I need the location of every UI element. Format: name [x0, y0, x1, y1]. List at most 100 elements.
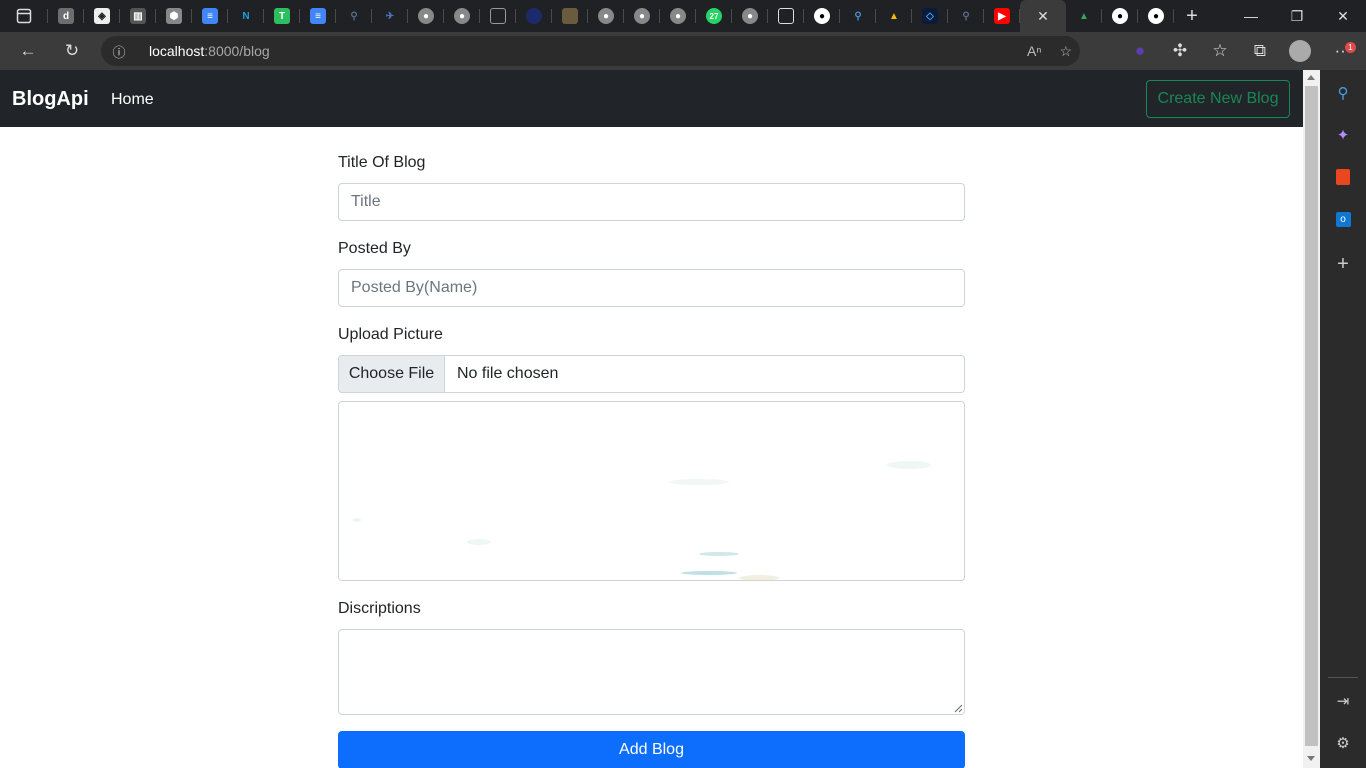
- address-url: localhost:8000/blog: [149, 43, 270, 59]
- tab[interactable]: ●: [1102, 0, 1138, 32]
- tab[interactable]: ≡: [300, 0, 336, 32]
- whatsapp-icon: 27: [706, 8, 722, 24]
- tab[interactable]: ●: [660, 0, 696, 32]
- tab[interactable]: ⚲: [336, 0, 372, 32]
- search-icon[interactable]: ⚲: [1333, 83, 1353, 103]
- tab[interactable]: ▲: [1066, 0, 1102, 32]
- collections-button[interactable]: ⧉: [1240, 32, 1280, 70]
- minimize-icon[interactable]: —: [1228, 0, 1274, 32]
- choose-file-button[interactable]: Choose File: [339, 356, 445, 392]
- copilot-icon[interactable]: ✦: [1333, 125, 1353, 145]
- docs-icon: ≡: [310, 8, 326, 24]
- profile-button[interactable]: [1280, 32, 1320, 70]
- scroll-thumb[interactable]: [1305, 86, 1318, 746]
- new-tab-button[interactable]: +: [1174, 0, 1210, 32]
- tab[interactable]: ●: [588, 0, 624, 32]
- back-button[interactable]: ←: [8, 32, 48, 70]
- gear-icon[interactable]: ⚙: [1333, 733, 1353, 753]
- tab[interactable]: ⬢: [156, 0, 192, 32]
- scroll-down-arrow-icon[interactable]: [1307, 756, 1315, 761]
- close-tab-icon[interactable]: ✕: [1037, 8, 1049, 25]
- page-scrollbar[interactable]: [1303, 70, 1320, 768]
- tab[interactable]: N: [228, 0, 264, 32]
- tab[interactable]: ●: [732, 0, 768, 32]
- hide-sidebar-icon[interactable]: ⇥: [1333, 691, 1353, 711]
- extension-purple-icon: ●: [1134, 41, 1146, 60]
- nav-home-link[interactable]: Home: [111, 91, 154, 109]
- close-window-icon[interactable]: ✕: [1320, 0, 1366, 32]
- extension-button[interactable]: ●: [1120, 32, 1160, 70]
- collections-icon: ⧉: [1253, 41, 1267, 60]
- docs-icon: ≡: [202, 8, 218, 24]
- add-favorite-icon[interactable]: ☆: [1059, 43, 1072, 60]
- tab[interactable]: ▲: [876, 0, 912, 32]
- search-icon: ⚲: [854, 10, 862, 22]
- reload-button[interactable]: ↻: [52, 32, 92, 70]
- active-tab[interactable]: ✕: [1020, 0, 1066, 32]
- preview-image: [339, 461, 931, 580]
- sidebar-divider: [1328, 677, 1358, 678]
- github-icon: ●: [814, 8, 830, 24]
- image-preview: [338, 401, 965, 581]
- brand-link[interactable]: BlogApi: [12, 88, 89, 111]
- extensions-button[interactable]: ✣: [1160, 32, 1200, 70]
- back-arrow-icon: ←: [19, 41, 37, 60]
- add-plus-icon[interactable]: +: [1333, 253, 1353, 275]
- site-info-icon[interactable]: ⓘ: [101, 42, 137, 61]
- tab[interactable]: ●: [444, 0, 480, 32]
- tab-favicon-icon: [526, 8, 542, 24]
- tab[interactable]: ◈: [84, 0, 120, 32]
- outlook-icon[interactable]: o: [1333, 209, 1353, 229]
- tab[interactable]: ◇: [912, 0, 948, 32]
- plus-icon: +: [1186, 4, 1198, 27]
- posted-by-input[interactable]: Posted By(Name): [338, 269, 965, 307]
- resize-handle-icon[interactable]: [953, 703, 963, 713]
- tab[interactable]: ✈: [372, 0, 408, 32]
- add-blog-button[interactable]: Add Blog: [338, 731, 965, 768]
- tab[interactable]: ▶: [984, 0, 1020, 32]
- address-bar-actions: Aⁿ ☆: [1027, 36, 1072, 66]
- tab[interactable]: [552, 0, 588, 32]
- toolbar-right: ● ✣ ☆ ⧉ ··· 1: [1120, 32, 1366, 70]
- tab-favicon-icon: T: [274, 8, 290, 24]
- create-new-blog-button[interactable]: Create New Blog: [1146, 80, 1290, 118]
- restore-icon[interactable]: ❐: [1274, 0, 1320, 32]
- github-icon: ●: [454, 8, 470, 24]
- page-icon: [778, 8, 794, 24]
- reload-icon: ↻: [64, 41, 80, 60]
- drive-icon: ▲: [1079, 10, 1089, 22]
- description-textarea[interactable]: [338, 629, 965, 715]
- tab-favicon-icon: ▥: [130, 8, 146, 24]
- github-icon: ●: [742, 8, 758, 24]
- tab[interactable]: ●: [1138, 0, 1174, 32]
- tab[interactable]: ⚲: [840, 0, 876, 32]
- tab[interactable]: ⚲: [948, 0, 984, 32]
- read-aloud-icon[interactable]: Aⁿ: [1027, 43, 1041, 59]
- tab[interactable]: ≡: [192, 0, 228, 32]
- github-icon: ●: [670, 8, 686, 24]
- tab[interactable]: 27: [696, 0, 732, 32]
- tab[interactable]: [480, 0, 516, 32]
- favorites-button[interactable]: ☆: [1200, 32, 1240, 70]
- settings-menu-button[interactable]: ··· 1: [1320, 32, 1366, 70]
- tab-favicon-icon: ✈: [385, 10, 395, 22]
- tab[interactable]: ▥: [120, 0, 156, 32]
- office-icon[interactable]: [1333, 167, 1353, 187]
- page-viewport: BlogApi Home Create New Blog Title Of Bl…: [0, 70, 1303, 768]
- scroll-up-arrow-icon[interactable]: [1307, 75, 1315, 80]
- title-input[interactable]: Title: [338, 183, 965, 221]
- tab[interactable]: ●: [408, 0, 444, 32]
- browser-tab-strip: d ◈ ▥ ⬢ ≡ N T ≡ ⚲ ✈ ● ● ● ● ● 27 ● ● ⚲ ▲…: [0, 0, 1366, 32]
- address-bar[interactable]: ⓘ localhost:8000/blog Aⁿ ☆: [101, 36, 1080, 66]
- tab[interactable]: ●: [804, 0, 840, 32]
- tab[interactable]: ●: [624, 0, 660, 32]
- tab[interactable]: T: [264, 0, 300, 32]
- tab[interactable]: [516, 0, 552, 32]
- tab-actions-button[interactable]: [0, 0, 48, 32]
- tab[interactable]: [768, 0, 804, 32]
- window-controls: — ❐ ✕: [1228, 0, 1366, 32]
- tab[interactable]: d: [48, 0, 84, 32]
- file-input[interactable]: Choose File No file chosen: [338, 355, 965, 393]
- tab-favicon-icon: [562, 8, 578, 24]
- github-icon: ●: [418, 8, 434, 24]
